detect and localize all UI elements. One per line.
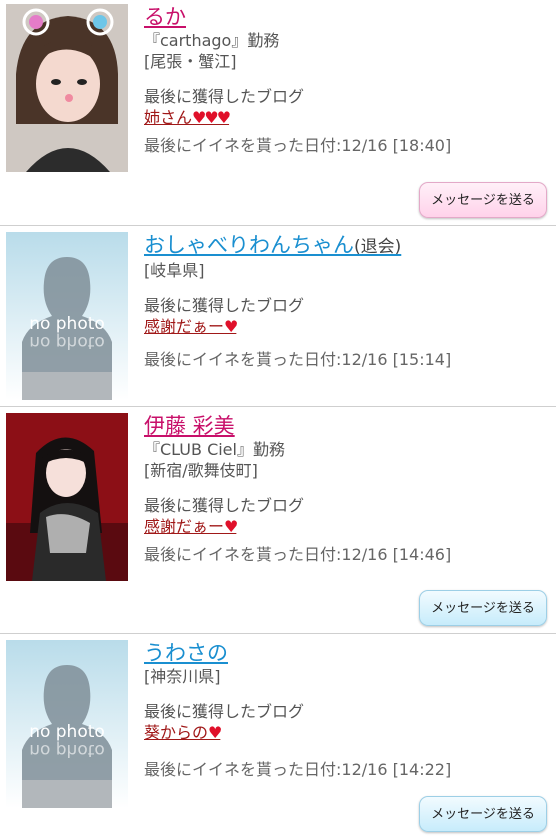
blog-link[interactable]: 感謝だぁー♥	[144, 516, 548, 537]
no-photo-label: no photo	[29, 314, 105, 334]
user-photo[interactable]	[6, 413, 128, 581]
area: [尾張・蟹江]	[144, 52, 237, 71]
area: [新宿/歌舞伎町]	[144, 461, 258, 480]
shop-name: 『carthago』勤務	[144, 31, 280, 50]
send-message-button[interactable]: メッセージを送る	[419, 796, 547, 832]
user-info: るか 『carthago』勤務 [尾張・蟹江] 最後に獲得したブログ 姉さん♥♥…	[144, 4, 548, 156]
user-photo-placeholder[interactable]: no photo no photo	[6, 232, 128, 400]
no-photo-label: no photo	[29, 722, 105, 742]
user-info: 伊藤 彩美 『CLUB Ciel』勤務 [新宿/歌舞伎町] 最後に獲得したブログ…	[144, 413, 548, 565]
list-item: no photo no photo うわさの [神奈川県] 最後に獲得したブログ…	[0, 634, 556, 840]
user-name-link[interactable]: おしゃべりわんちゃん(退会)	[144, 232, 548, 260]
blog-title: 感謝だぁー	[144, 317, 225, 336]
user-name-link[interactable]: 伊藤 彩美	[144, 413, 548, 439]
user-photo-art	[6, 4, 128, 172]
last-blog-label: 最後に獲得したブログ	[144, 296, 305, 315]
heart-icon: ♥	[224, 317, 238, 336]
last-blog-label: 最後に獲得したブログ	[144, 496, 305, 515]
last-like-date: 最後にイイネを貰った日付:12/16 [14:22]	[144, 760, 452, 779]
user-info: おしゃべりわんちゃん(退会) [岐阜県] 最後に獲得したブログ 感謝だぁー♥ 最…	[144, 232, 548, 370]
no-photo-reflection: no photo	[29, 332, 105, 352]
blog-link[interactable]: 感謝だぁー♥	[144, 316, 548, 337]
last-blog-label: 最後に獲得したブログ	[144, 87, 305, 106]
heart-icon: ♥	[208, 723, 222, 742]
withdrawn-label: (退会)	[354, 237, 402, 257]
heart-icon: ♥	[224, 517, 238, 536]
last-like-date: 最後にイイネを貰った日付:12/16 [15:14]	[144, 350, 452, 369]
user-name-link[interactable]: うわさの	[144, 640, 548, 666]
last-like-date: 最後にイイネを貰った日付:12/16 [18:40]	[144, 136, 452, 155]
area: [神奈川県]	[144, 667, 221, 686]
user-photo-placeholder[interactable]: no photo no photo	[6, 640, 128, 808]
user-info: うわさの [神奈川県] 最後に獲得したブログ 葵からの♥ 最後にイイネを貰った日…	[144, 640, 548, 780]
no-photo-reflection: no photo	[29, 740, 105, 760]
blog-link[interactable]: 姉さん♥♥♥	[144, 107, 548, 128]
user-photo-art	[6, 413, 128, 581]
last-like-date: 最後にイイネを貰った日付:12/16 [14:46]	[144, 545, 452, 564]
user-name-link[interactable]: るか	[144, 4, 548, 30]
send-message-button[interactable]: メッセージを送る	[419, 182, 547, 218]
blog-link[interactable]: 葵からの♥	[144, 722, 548, 743]
blog-title: 葵からの	[144, 723, 209, 742]
blog-title: 感謝だぁー	[144, 517, 225, 536]
shop-name: 『CLUB Ciel』勤務	[144, 440, 285, 459]
last-blog-label: 最後に獲得したブログ	[144, 702, 305, 721]
list-item: るか 『carthago』勤務 [尾張・蟹江] 最後に獲得したブログ 姉さん♥♥…	[0, 0, 556, 226]
blog-title: 姉さん	[144, 108, 193, 127]
heart-icon: ♥♥♥	[192, 108, 231, 127]
area: [岐阜県]	[144, 261, 205, 280]
send-message-button[interactable]: メッセージを送る	[419, 590, 547, 626]
list-item: no photo no photo おしゃべりわんちゃん(退会) [岐阜県] 最…	[0, 226, 556, 407]
user-name: おしゃべりわんちゃん	[144, 233, 354, 257]
user-photo[interactable]	[6, 4, 128, 172]
list-item: 伊藤 彩美 『CLUB Ciel』勤務 [新宿/歌舞伎町] 最後に獲得したブログ…	[0, 407, 556, 634]
